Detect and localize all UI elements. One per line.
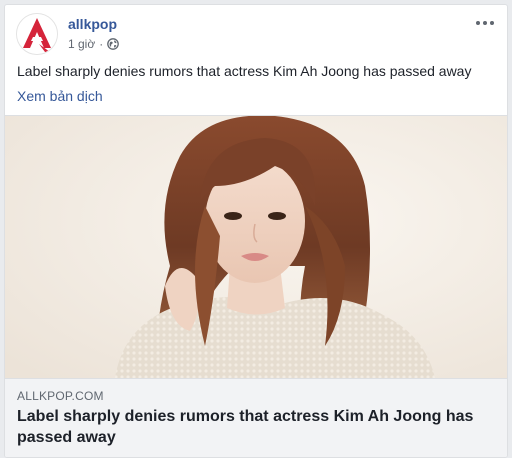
post-message: Label sharply denies rumors that actress… bbox=[17, 63, 472, 79]
globe-icon[interactable] bbox=[107, 38, 120, 50]
link-title[interactable]: Label sharply denies rumors that actress… bbox=[17, 406, 487, 448]
link-preview-info[interactable]: ALLKPOP.COM Label sharply denies rumors … bbox=[5, 378, 507, 457]
more-options-button[interactable] bbox=[473, 13, 497, 33]
woman-portrait-photo[interactable] bbox=[5, 116, 507, 378]
feed-post: allkpop 1 giờ · Label sharply denies rum… bbox=[4, 4, 508, 458]
page-avatar[interactable] bbox=[16, 13, 58, 55]
more-dot bbox=[490, 21, 494, 25]
page-name-link[interactable]: allkpop bbox=[68, 16, 117, 32]
see-translation-link[interactable]: Xem bản dịch bbox=[17, 88, 103, 104]
meta-separator: · bbox=[99, 37, 104, 51]
more-dot bbox=[483, 21, 487, 25]
more-horizontal-icon bbox=[476, 21, 480, 25]
link-preview-card[interactable]: ALLKPOP.COM Label sharply denies rumors … bbox=[5, 115, 507, 457]
post-meta: 1 giờ · bbox=[68, 37, 120, 51]
link-domain: ALLKPOP.COM bbox=[17, 389, 104, 403]
allkpop-logo-icon bbox=[17, 14, 57, 54]
post-timestamp[interactable]: 1 giờ bbox=[68, 37, 95, 51]
post-header: allkpop 1 giờ · bbox=[5, 5, 507, 61]
